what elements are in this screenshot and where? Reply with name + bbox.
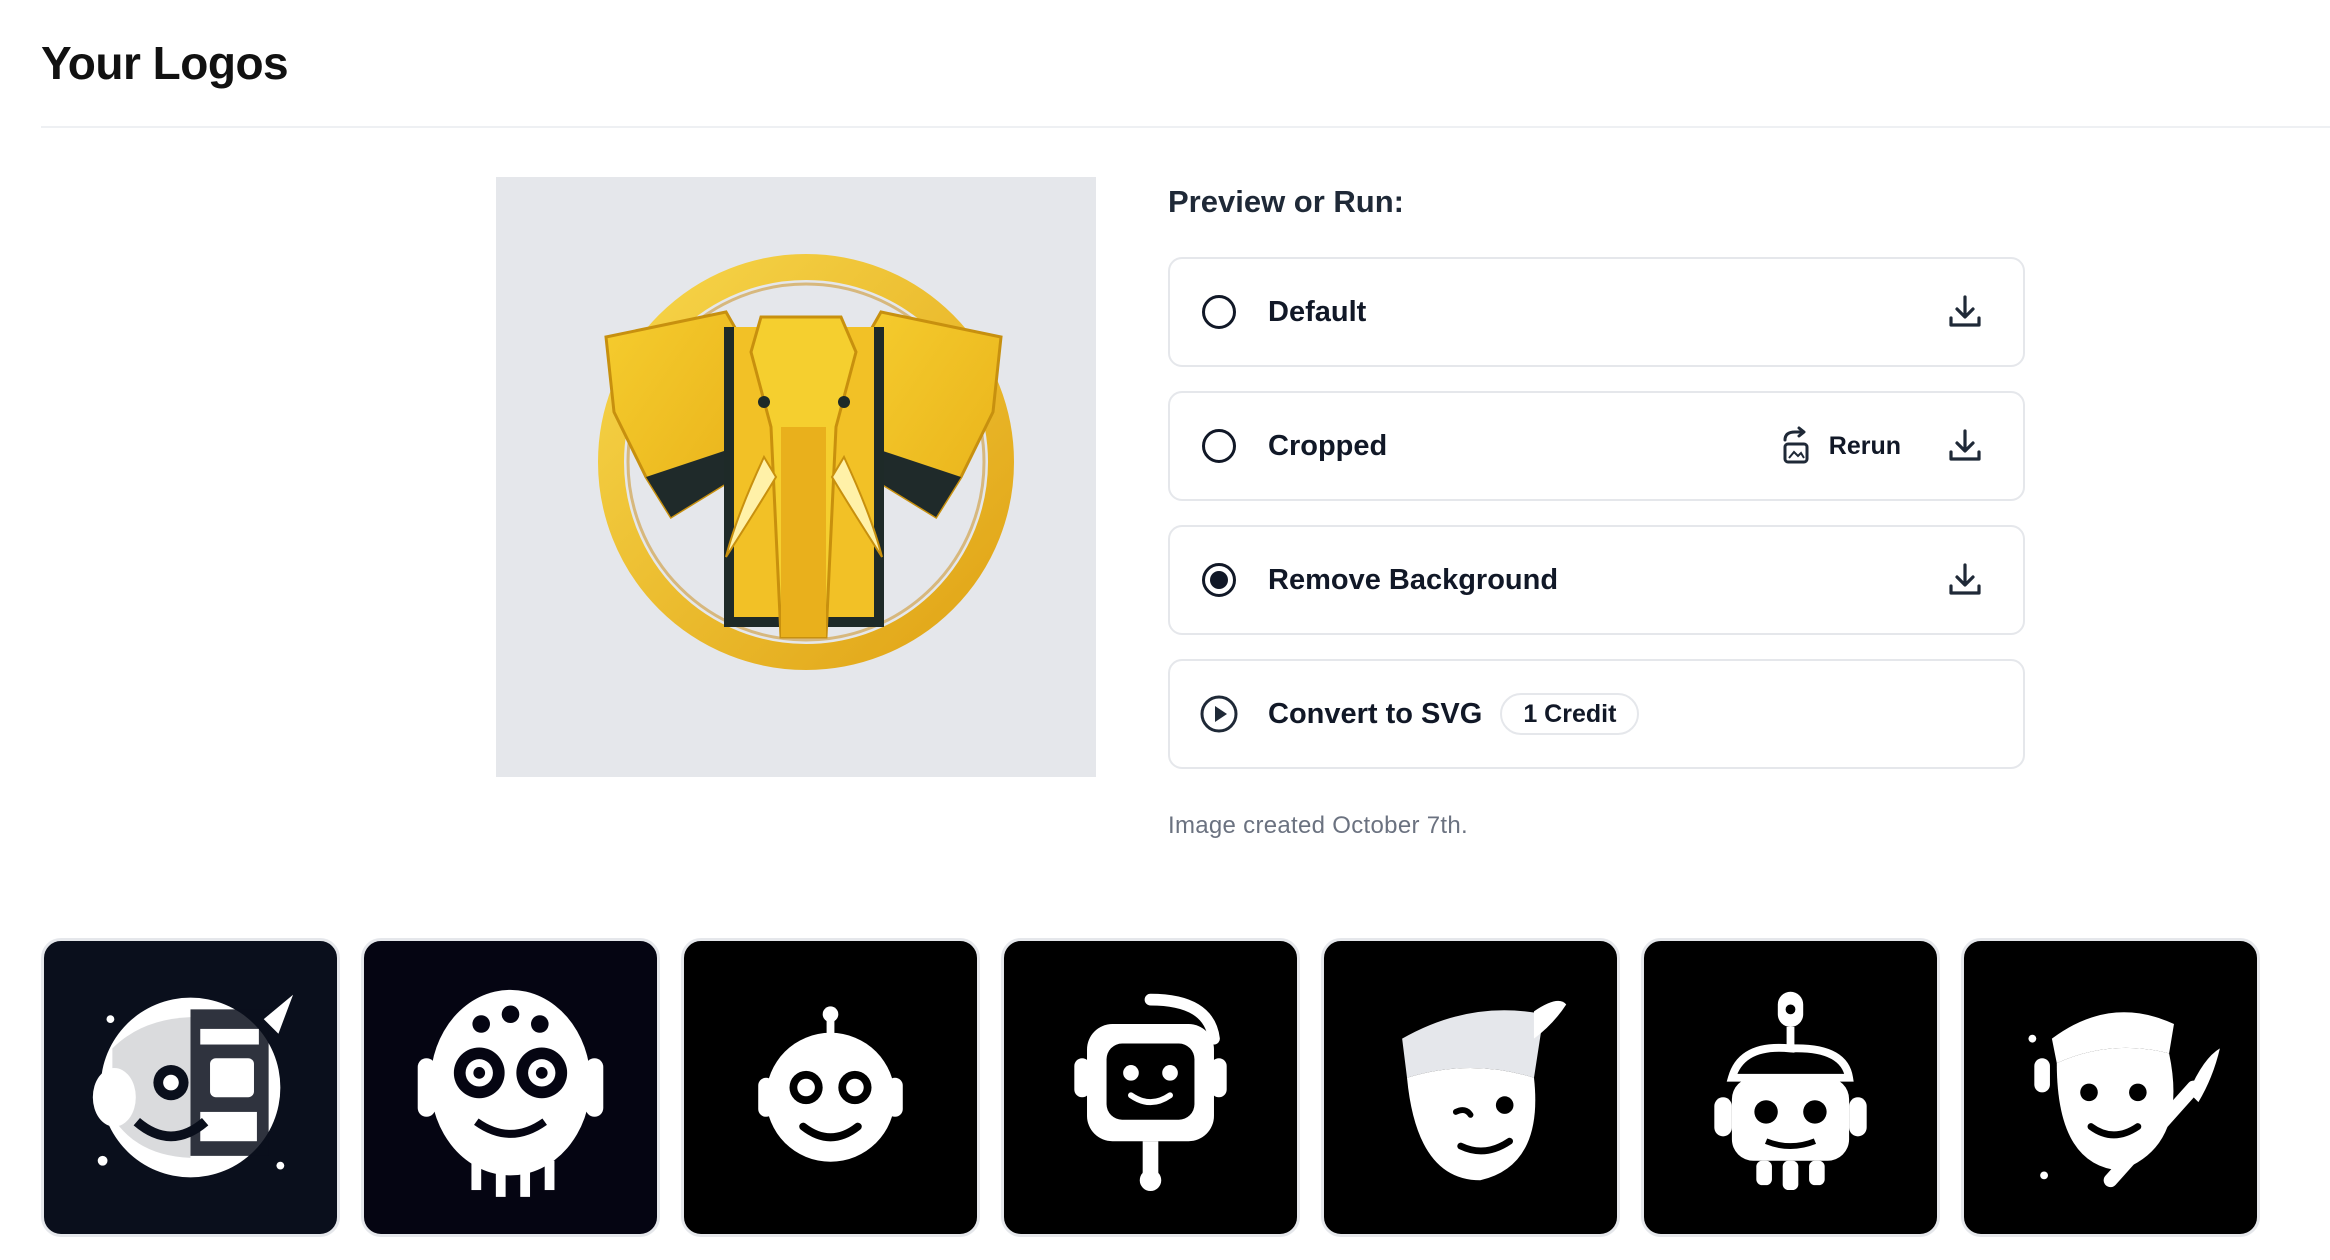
rerun-button[interactable]: Rerun xyxy=(1779,426,1901,466)
option-label-cropped: Cropped xyxy=(1268,429,1388,462)
option-label-default: Default xyxy=(1268,295,1367,328)
radio-selected-dot xyxy=(1210,571,1228,589)
thumbnail-square-robot[interactable] xyxy=(1001,938,1300,1237)
thumbnail-cap-face[interactable] xyxy=(1321,938,1620,1237)
option-label-remove-background: Remove Background xyxy=(1268,563,1559,596)
download-icon[interactable] xyxy=(1945,426,1985,466)
radio-cropped[interactable] xyxy=(1202,429,1236,463)
radio-default[interactable] xyxy=(1202,295,1236,329)
logo-preview xyxy=(496,177,1096,777)
abstract-face-logo xyxy=(92,994,294,1178)
thumbnail-round-robot[interactable] xyxy=(681,938,980,1237)
thumbnail-ornate-monkey[interactable] xyxy=(361,938,660,1237)
thumbnail-skull-robot[interactable] xyxy=(1641,938,1940,1237)
cap-face-logo xyxy=(1402,1000,1567,1181)
option-remove-background[interactable]: Remove Background xyxy=(1168,525,2025,635)
painter-face-logo xyxy=(2028,1012,2220,1188)
image-created-note: Image created October 7th. xyxy=(1168,812,1468,839)
option-cropped[interactable]: Cropped Rerun xyxy=(1168,391,2025,501)
option-convert-to-svg[interactable]: Convert to SVG 1 Credit xyxy=(1168,659,2025,769)
round-robot-logo xyxy=(758,1006,903,1162)
rerun-icon xyxy=(1783,426,1809,464)
download-icon[interactable] xyxy=(1945,292,1985,332)
options-heading: Preview or Run: xyxy=(1168,184,1404,219)
thumbnail-abstract-face[interactable] xyxy=(41,938,340,1237)
skull-robot-logo xyxy=(1714,991,1867,1191)
header-divider xyxy=(41,126,2330,128)
play-icon[interactable] xyxy=(1199,694,1239,734)
rerun-label: Rerun xyxy=(1828,431,1901,460)
option-default[interactable]: Default xyxy=(1168,257,2025,367)
logo-thumbnails xyxy=(41,938,2260,1237)
page-title: Your Logos xyxy=(41,37,289,89)
ornate-monkey-face-logo xyxy=(417,989,604,1197)
square-robot-logo xyxy=(1074,993,1227,1192)
elephant-logo-image xyxy=(598,254,1014,670)
download-icon[interactable] xyxy=(1945,560,1985,600)
radio-remove-background[interactable] xyxy=(1202,563,1236,597)
option-label-convert-to-svg: Convert to SVG xyxy=(1268,697,1483,730)
credit-badge: 1 Credit xyxy=(1500,693,1640,735)
thumbnail-painter-face[interactable] xyxy=(1961,938,2260,1237)
